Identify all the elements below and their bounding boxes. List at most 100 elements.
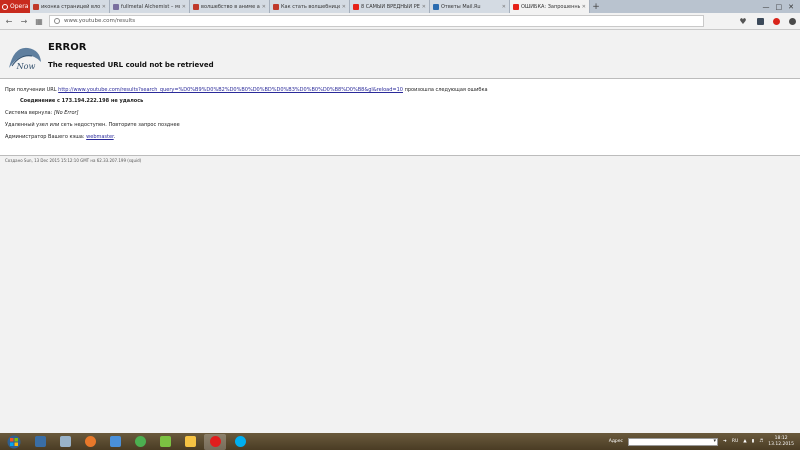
minimize-icon[interactable]: — [763,3,770,11]
browser-tab[interactable]: 8 САМЫЙ ВРЕДНЫЙ РЕЖ ✕ [350,0,430,13]
language-indicator[interactable]: RU [732,439,738,444]
back-arrow-icon[interactable]: ← [4,17,14,26]
tab-label: ОШИБКА: Запрошенный [521,3,580,10]
opera-badge-icon[interactable] [773,17,780,25]
media-icon [109,436,121,447]
windows-logo-icon [7,435,21,448]
tab-close-icon[interactable]: ✕ [502,4,506,10]
volume-icon[interactable]: ♬ [759,439,763,444]
explorer-icon [34,436,46,447]
windows-taskbar: Адрес ▾ ➜ RU ▲ ▮ ♬ 18:12 13.12.2015 [0,433,800,450]
error-header: Now ERROR The requested URL could not be… [6,42,214,72]
tab-close-icon[interactable]: ✕ [182,4,186,10]
request-url-prefix: При получении URL [5,87,57,93]
close-window-icon[interactable]: ✕ [788,3,794,11]
taskbar-app-icq[interactable] [154,434,176,450]
request-url-line: При получении URL http://www.youtube.com… [5,87,488,93]
tab-close-icon[interactable]: ✕ [262,4,266,10]
webmaster-link[interactable]: webmaster [86,134,114,140]
taskbar-app-explorer[interactable] [29,434,51,450]
tab-close-icon[interactable]: ✕ [342,4,346,10]
error-details: При получении URL http://www.youtube.com… [0,79,800,155]
browser-tab[interactable]: волшебство в аниме аур ✕ [190,0,270,13]
logo-text: Now [16,62,36,71]
squid-logo: Now [6,42,44,72]
taskbar-app-firefox[interactable] [79,434,101,450]
system-return-prefix: Система вернула: [5,110,53,116]
system-tray: Адрес ▾ ➜ RU ▲ ▮ ♬ 18:12 13.12.2015 [609,436,800,448]
address-bar[interactable]: www.youtube.com/results [49,15,704,27]
tab-strip: Opera иконка страницей вложения✕fullmeta… [0,0,800,13]
tab-label: иконка страницей вложения [41,3,100,10]
system-return-line: Система вернула: [No Error] [5,110,79,116]
taskbar-app-notepad[interactable] [54,434,76,450]
go-arrow-icon[interactable]: ➜ [723,439,727,444]
browser-tab[interactable]: Как стать волшебницей?✕ [270,0,350,13]
new-tab-button[interactable]: + [590,0,602,13]
browser-tab[interactable]: fullmetal Alchemist – мою ✕ [110,0,190,13]
download-icon[interactable] [789,17,796,25]
address-toolbar-label: Адрес [608,439,624,444]
tray-arrow-icon[interactable]: ▲ [743,439,746,444]
window-controls: — □ ✕ [763,0,800,13]
taskbar-app-skype[interactable] [229,434,251,450]
globe-icon [54,18,60,24]
firefox-icon [84,436,96,447]
tab-label: волшебство в аниме аур [201,3,260,10]
start-button[interactable] [2,434,26,450]
taskbar-app-media[interactable] [104,434,126,450]
browser-tab[interactable]: иконка страницей вложения✕ [30,0,110,13]
forward-arrow-icon[interactable]: → [19,17,29,26]
tab-favicon-icon [273,3,279,10]
browser-toolbar: ← → ▦ www.youtube.com/results ♥ [0,13,800,30]
maximize-icon[interactable]: □ [776,3,783,11]
opera-menu-label: Opera [10,3,29,10]
admin-prefix: Администратор Вашего кэша: [5,134,85,140]
tab-label: Как стать волшебницей? [281,3,340,10]
requested-url-link[interactable]: http://www.youtube.com/results?search_qu… [58,87,403,93]
speed-dial-grid-icon[interactable]: ▦ [34,17,44,26]
taskbar-address-input[interactable]: ▾ [628,437,719,446]
tab-label: Ответы Mail.Ru [441,3,481,10]
system-return-value: [No Error] [53,110,79,116]
extension-icon[interactable] [757,17,764,25]
skype-icon [234,436,246,447]
browser-tab[interactable]: Ответы Mail.Ru ✕ [430,0,510,13]
address-text: www.youtube.com/results [64,18,136,24]
error-title: ERROR [48,42,87,53]
divider [0,155,800,156]
notepad-icon [59,436,71,447]
remote-unreachable-text: Удаленный узел или сеть недоступен. Повт… [5,122,180,128]
connect-error-text: Соединение с 173.194.222.198 не удалось [20,98,144,104]
bookmark-heart-icon[interactable]: ♥ [738,17,748,26]
tab-close-icon[interactable]: ✕ [422,4,426,10]
tab-favicon-icon [513,3,519,10]
chrome-icon [134,436,146,447]
tab-favicon-icon [353,3,359,10]
opera-icon [209,436,221,447]
clock-date: 13.12.2015 [768,441,794,447]
chevron-down-icon[interactable]: ▾ [714,438,717,444]
tab-label: fullmetal Alchemist – мою [121,3,180,10]
taskbar-app-chrome[interactable] [129,434,151,450]
taskbar-app-yandex[interactable] [179,434,201,450]
browser-tab[interactable]: ОШИБКА: Запрошенный ✕ [510,0,590,13]
opera-logo-icon [2,3,8,10]
request-url-suffix: произошла следующая ошибка [404,87,488,93]
generated-footer: Создано Sun, 13 Dec 2015 15:12:10 GMT на… [5,158,142,163]
opera-menu-button[interactable]: Opera [0,0,30,13]
icq-icon [159,436,171,447]
tab-favicon-icon [33,3,39,10]
yandex-icon [184,436,196,447]
tab-favicon-icon [193,3,199,10]
tab-close-icon[interactable]: ✕ [102,4,106,10]
clock[interactable]: 18:12 13.12.2015 [768,436,794,448]
page-content: Now ERROR The requested URL could not be… [0,31,800,433]
error-subtitle: The requested URL could not be retrieved [48,61,214,69]
tab-close-icon[interactable]: ✕ [582,4,586,10]
taskbar-app-opera[interactable] [204,433,226,450]
network-icon[interactable]: ▮ [752,439,754,444]
tab-favicon-icon [433,3,439,10]
admin-line: Администратор Вашего кэша: webmaster. [5,134,116,140]
tab-favicon-icon [113,3,119,10]
